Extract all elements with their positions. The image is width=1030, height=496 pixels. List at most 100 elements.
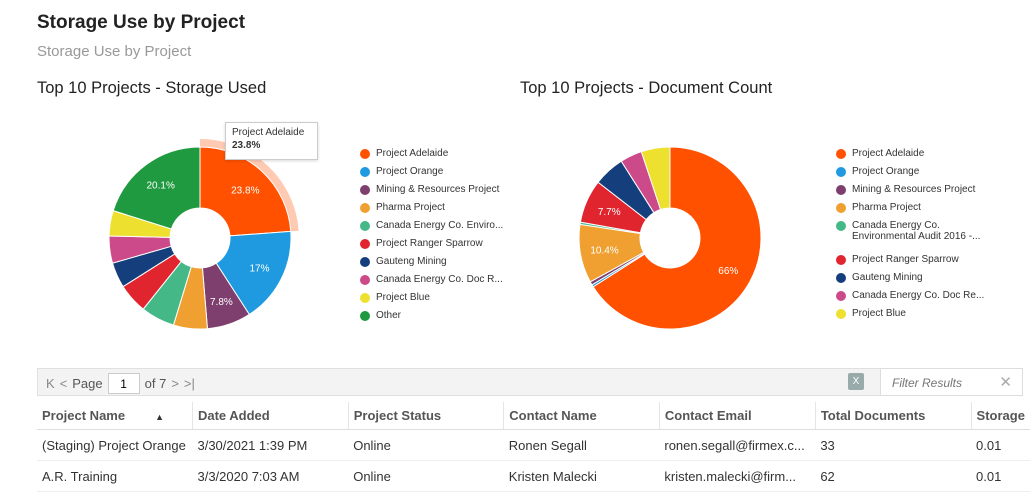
cell: Online <box>348 460 504 492</box>
storage-chart-title: Top 10 Projects - Storage Used <box>37 79 267 97</box>
legend-item-1-4[interactable]: Canada Energy Co. Environmental Audit 20… <box>836 220 996 254</box>
legend-label: Project Blue <box>852 308 906 319</box>
legend-marker <box>360 221 370 231</box>
legend-item-1-2[interactable]: Mining & Resources Project <box>836 184 996 202</box>
legend-marker <box>360 167 370 177</box>
legend-marker <box>836 255 846 265</box>
filter-input[interactable] <box>890 375 994 391</box>
legend-marker <box>360 293 370 303</box>
last-page-icon[interactable]: >| <box>184 376 195 391</box>
legend-label: Other <box>376 310 402 321</box>
legend-item-0-5[interactable]: Project Ranger Sparrow <box>360 238 510 256</box>
slice-label: 66% <box>718 266 738 277</box>
legend-item-0-4[interactable]: Canada Energy Co. Enviro... <box>360 220 510 238</box>
col-storage[interactable]: Storage <box>971 402 1030 430</box>
legend-marker <box>836 273 846 283</box>
legend-marker <box>836 149 846 159</box>
col-label: Project Name <box>42 408 126 423</box>
legend-item-0-1[interactable]: Project Orange <box>360 166 510 184</box>
legend-label: Canada Energy Co. Doc R... <box>376 274 503 285</box>
pager: K < Page of 7 > >| <box>46 373 195 394</box>
legend-item-1-0[interactable]: Project Adelaide <box>836 148 996 166</box>
legend-label: Mining & Resources Project <box>852 184 976 195</box>
cell: 3/30/2021 1:39 PM <box>192 429 349 461</box>
legend-item-0-9[interactable]: Other <box>360 310 510 328</box>
legend-label: Canada Energy Co. Doc Re... <box>852 290 985 301</box>
page-title: Storage Use by Project <box>37 12 246 33</box>
col-project-name[interactable]: Project Name ▲ <box>37 402 193 430</box>
table-row[interactable]: (Staging) Project Orange 3/30/2021 1:39 … <box>37 429 1030 461</box>
prev-page-icon[interactable]: < <box>60 376 68 391</box>
legend-item-0-2[interactable]: Mining & Resources Project <box>360 184 510 202</box>
cell: ronen.segall@firmex.c... <box>659 429 816 461</box>
page-subtitle: Storage Use by Project <box>37 43 192 60</box>
legend-marker <box>360 275 370 285</box>
cell: A.R. Training <box>37 460 193 492</box>
sort-asc-icon: ▲ <box>155 412 165 422</box>
legend-item-0-8[interactable]: Project Blue <box>360 292 510 310</box>
legend-marker <box>360 257 370 267</box>
next-page-icon[interactable]: > <box>171 376 179 391</box>
legend-marker <box>360 203 370 213</box>
cell: 0.01 <box>971 460 1030 492</box>
legend-item-1-7[interactable]: Canada Energy Co. Doc Re... <box>836 290 996 308</box>
document-chart-title: Top 10 Projects - Document Count <box>520 79 773 97</box>
excel-export-icon[interactable]: X <box>848 373 864 390</box>
chart-tooltip: Project Adelaide 23.8% <box>225 122 318 160</box>
slice-label: 23.8% <box>231 185 259 196</box>
clear-filter-icon[interactable]: ✕ <box>999 373 1012 391</box>
cell: Kristen Malecki <box>503 460 660 492</box>
grid-toolbar: K < Page of 7 > >| X ✕ <box>37 368 1023 396</box>
legend-item-0-7[interactable]: Canada Energy Co. Doc R... <box>360 274 510 292</box>
legend-item-1-1[interactable]: Project Orange <box>836 166 996 184</box>
legend-item-1-5[interactable]: Project Ranger Sparrow <box>836 254 996 272</box>
first-page-icon[interactable]: K <box>46 376 55 391</box>
legend-marker <box>360 149 370 159</box>
legend-label: Gauteng Mining <box>852 272 923 283</box>
legend-item-1-8[interactable]: Project Blue <box>836 308 996 326</box>
cell: (Staging) Project Orange <box>37 429 193 461</box>
legend-marker <box>836 291 846 301</box>
tooltip-label: Project Adelaide <box>232 127 305 138</box>
cell: 62 <box>815 460 972 492</box>
legend-marker <box>360 185 370 195</box>
legend-label: Mining & Resources Project <box>376 184 500 195</box>
filter-box: ✕ <box>880 368 1023 396</box>
legend-item-0-6[interactable]: Gauteng Mining <box>360 256 510 274</box>
page-number-input[interactable] <box>107 373 140 394</box>
legend-item-0-3[interactable]: Pharma Project <box>360 202 510 220</box>
cell: Ronen Segall <box>503 429 660 461</box>
storage-pie-chart[interactable]: 23.8% 17% 7.8% 20.1% <box>70 128 330 388</box>
cell: 33 <box>815 429 972 461</box>
col-date-added[interactable]: Date Added <box>192 402 349 430</box>
cell: 3/3/2020 7:03 AM <box>192 460 349 492</box>
slice-label: 10.4% <box>590 246 618 257</box>
page-count: of 7 <box>144 376 167 391</box>
legend-item-0-0[interactable]: Project Adelaide <box>360 148 510 166</box>
col-project-status[interactable]: Project Status <box>348 402 505 430</box>
legend-label: Project Blue <box>376 292 430 303</box>
legend-marker <box>836 221 846 231</box>
legend-label: Project Orange <box>852 166 920 177</box>
legend-label: Gauteng Mining <box>376 256 447 267</box>
legend-item-1-3[interactable]: Pharma Project <box>836 202 996 220</box>
col-contact-name[interactable]: Contact Name <box>503 402 660 430</box>
col-contact-email[interactable]: Contact Email <box>659 402 816 430</box>
legend-label: Project Orange <box>376 166 444 177</box>
legend-label: Project Adelaide <box>852 148 925 159</box>
legend-label: Pharma Project <box>852 202 921 213</box>
legend-item-1-6[interactable]: Gauteng Mining <box>836 272 996 290</box>
slice-label: 20.1% <box>146 180 174 191</box>
cell: Online <box>348 429 504 461</box>
legend-label: Project Ranger Sparrow <box>852 254 959 265</box>
slice-label: 7.7% <box>598 207 621 218</box>
document-pie-chart[interactable]: 66% 10.4% 7.7% <box>540 128 800 388</box>
table-row[interactable]: A.R. Training 3/3/2020 7:03 AM Online Kr… <box>37 460 1030 492</box>
slice-label: 7.8% <box>210 297 233 308</box>
document-legend: Project Adelaide Project Orange Mining & R… <box>836 148 996 326</box>
col-total-documents[interactable]: Total Documents <box>815 402 972 430</box>
legend-marker <box>836 167 846 177</box>
page-label: Page <box>72 376 103 391</box>
tooltip-value: 23.8% <box>232 140 261 151</box>
projects-table: Project Name ▲ Date Added Project Status … <box>37 402 1030 492</box>
